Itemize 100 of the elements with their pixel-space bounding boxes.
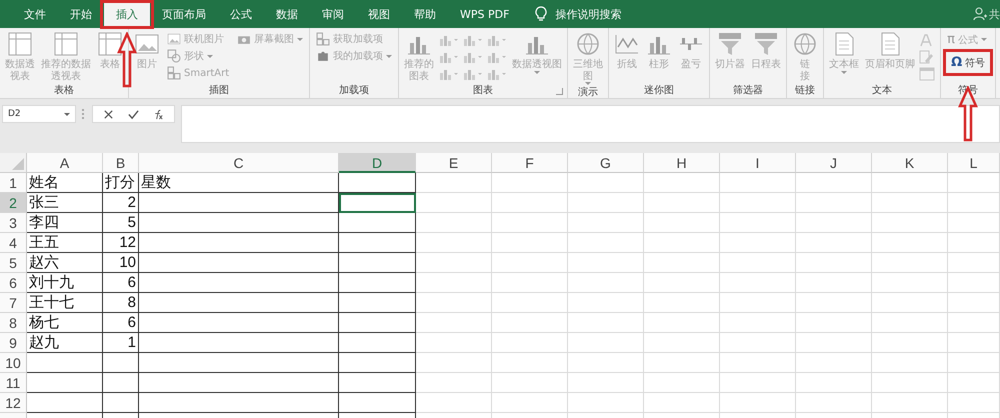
- row-header[interactable]: 7: [0, 293, 27, 313]
- caret-icon: [64, 112, 70, 116]
- caret-icon: [980, 38, 987, 41]
- caret-icon: [297, 38, 304, 40]
- globe-icon: [792, 31, 818, 57]
- ribbon-tab[interactable]: 审阅: [310, 0, 356, 28]
- row-header[interactable]: 8: [0, 313, 27, 333]
- close-icon[interactable]: [103, 108, 114, 120]
- table-cell: 2: [103, 193, 139, 213]
- table-cell: 王五: [27, 233, 103, 253]
- table-cell: [948, 173, 1000, 193]
- ribbon-tab[interactable]: 文件: [12, 0, 58, 28]
- row-header[interactable]: 2: [0, 193, 27, 213]
- table-cell: 5: [103, 213, 139, 233]
- table-cell: 1: [103, 333, 139, 353]
- table-cell: 赵六: [27, 253, 103, 273]
- table-cell: 杨七: [27, 313, 103, 333]
- caret-icon: [841, 70, 848, 74]
- caret-icon: [534, 70, 540, 74]
- ribbon-tab[interactable]: 页面布局: [150, 0, 218, 28]
- table-cell: 6: [103, 313, 139, 333]
- caret-icon: [386, 54, 392, 58]
- row-header[interactable]: 6: [0, 273, 27, 293]
- table-cell: [948, 273, 1000, 293]
- column-header[interactable]: A: [27, 153, 103, 173]
- ribbon-button[interactable]: Ω 符号: [946, 52, 990, 73]
- shapes-icon: [167, 49, 181, 63]
- caret-icon: [585, 82, 592, 85]
- filter-icon: [717, 31, 744, 57]
- table-cell: [948, 213, 1000, 233]
- table-cell: 星数: [139, 173, 339, 193]
- blocks-icon: [316, 32, 330, 46]
- table-cell: [948, 353, 1000, 373]
- blocks-icon: [167, 66, 181, 80]
- table-cell: 6: [103, 273, 139, 293]
- column-header[interactable]: J: [796, 153, 872, 173]
- group-label: 迷你图: [644, 84, 674, 97]
- row-header[interactable]: 10: [0, 353, 27, 373]
- lightbulb-icon: [535, 6, 548, 22]
- group-label: 演示: [578, 86, 598, 99]
- column-header[interactable]: E: [416, 153, 492, 173]
- column-header[interactable]: B: [103, 153, 139, 173]
- caret-icon: [207, 54, 213, 58]
- table-cell: [948, 313, 1000, 333]
- table-cell: 张三: [27, 193, 103, 213]
- table-cell: [948, 333, 1000, 353]
- function-icon[interactable]: [153, 108, 164, 120]
- row-header[interactable]: 12: [0, 393, 27, 413]
- filter-icon: [753, 31, 780, 57]
- table-icon: [97, 31, 123, 57]
- row-header[interactable]: 4: [0, 233, 27, 253]
- table-cell: 赵九: [27, 333, 103, 353]
- image-icon: [167, 32, 181, 46]
- table-cell: 12: [103, 233, 139, 253]
- share-label[interactable]: 共: [989, 6, 1000, 22]
- group-label: 图表: [473, 84, 494, 97]
- splitter-handle[interactable]: [82, 109, 86, 119]
- globe-icon: [575, 31, 602, 57]
- row-header[interactable]: 3: [0, 213, 27, 233]
- table-cell: 姓名: [27, 173, 103, 193]
- column-header[interactable]: L: [948, 153, 1000, 173]
- ribbon-tab[interactable]: 公式: [218, 0, 264, 28]
- name-box[interactable]: D2: [2, 105, 76, 123]
- row-header[interactable]: 1: [0, 173, 27, 193]
- table-cell: [103, 373, 139, 393]
- group-label: 加载项: [339, 84, 370, 97]
- dialog-launcher-icon[interactable]: [556, 88, 564, 95]
- search-field[interactable]: 操作说明搜索: [555, 6, 622, 22]
- column-header[interactable]: D: [339, 153, 416, 173]
- table-icon: [53, 31, 79, 57]
- column-header[interactable]: F: [492, 153, 568, 173]
- table-cell: [948, 253, 1000, 273]
- checkmark-icon[interactable]: [128, 108, 139, 120]
- person-icon[interactable]: [973, 7, 987, 21]
- group-label: 文本: [872, 84, 892, 97]
- column-header[interactable]: C: [139, 153, 339, 173]
- table-cell: [948, 233, 1000, 253]
- row-header[interactable]: 9: [0, 333, 27, 353]
- row-header[interactable]: 11: [0, 373, 27, 393]
- active-cell[interactable]: [339, 193, 416, 213]
- group-label: 筛选器: [733, 84, 764, 97]
- group-label: 链接: [795, 84, 816, 97]
- ribbon-tab[interactable]: 帮助: [402, 0, 448, 28]
- ribbon-tab[interactable]: 视图: [356, 0, 402, 28]
- table-cell: [948, 373, 1000, 393]
- ribbon-tab[interactable]: WPS PDF: [448, 0, 522, 28]
- formula-input[interactable]: [181, 105, 1000, 143]
- table-cell: 8: [103, 293, 139, 313]
- highlight-frame: [100, 0, 154, 29]
- ribbon-tab[interactable]: 开始: [58, 0, 104, 28]
- row-header[interactable]: 5: [0, 253, 27, 273]
- ribbon-tab[interactable]: 数据: [264, 0, 310, 28]
- group-label: 表格: [54, 84, 74, 97]
- table-cell: 刘十九: [27, 273, 103, 293]
- table-cell: [948, 193, 1000, 213]
- column-header[interactable]: I: [720, 153, 796, 173]
- group-label: 插图: [209, 84, 230, 97]
- column-header[interactable]: K: [872, 153, 948, 173]
- column-header[interactable]: G: [568, 153, 644, 173]
- column-header[interactable]: H: [644, 153, 720, 173]
